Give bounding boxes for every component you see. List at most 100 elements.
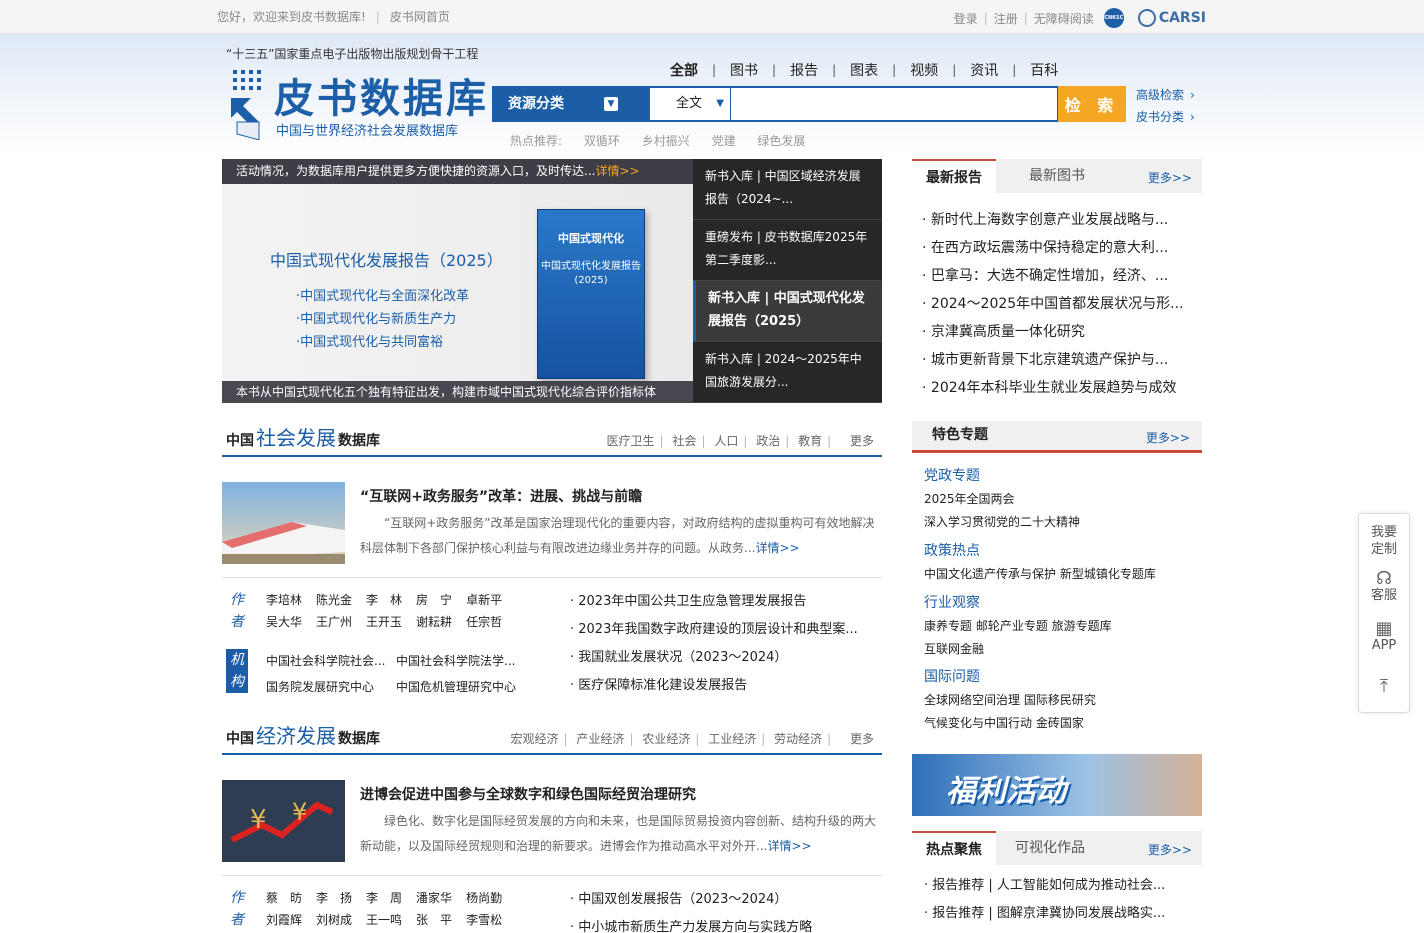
banner-notice[interactable]: 活动情况，为数据库用户提供更多方便快捷的资源入口，及时传达...详情>> bbox=[222, 159, 693, 184]
report-link[interactable]: 中国双创发展报告（2023～2024） bbox=[570, 886, 882, 914]
report-link[interactable]: 中小城市新质生产力发展方向与实践方略 bbox=[570, 914, 882, 933]
latest-item[interactable]: 在西方政坛震荡中保持稳定的意大利... bbox=[922, 234, 1192, 262]
author-link[interactable]: 李 周 bbox=[366, 891, 402, 905]
org-link[interactable]: 中国社会科学院法学... bbox=[396, 648, 526, 674]
tab-wiki[interactable]: 百科 bbox=[1030, 60, 1058, 80]
author-link[interactable]: 李雪松 bbox=[466, 913, 502, 927]
special-line[interactable]: 深入学习贯彻党的二十大精神 bbox=[924, 511, 1080, 534]
special-line[interactable]: 气候变化与中国行动 金砖国家 bbox=[924, 712, 1096, 735]
tab-hot-focus[interactable]: 热点聚焦 bbox=[912, 831, 996, 865]
latest-item[interactable]: 新时代上海数字创意产业发展战略与... bbox=[922, 206, 1192, 234]
special-line[interactable]: 2025年全国两会 bbox=[924, 488, 1080, 511]
tab-latest-reports[interactable]: 最新报告 bbox=[912, 159, 996, 193]
cnksc-logo-icon[interactable]: CNKSC bbox=[1103, 8, 1124, 28]
category-link[interactable]: 教育 bbox=[798, 434, 822, 448]
report-link[interactable]: 2023年我国数字政府建设的顶层设计和典型案... bbox=[570, 616, 882, 644]
hot-item[interactable]: 报告推荐 | 人工智能如何成为推动社会... bbox=[924, 872, 1165, 900]
side-news-item[interactable]: 新书入库 | 中国区域经济发展报告（2024~... bbox=[693, 159, 882, 220]
more-link[interactable]: 更多>> bbox=[1148, 841, 1192, 858]
tab-visual-works[interactable]: 可视化作品 bbox=[1001, 831, 1099, 865]
resource-category-dropdown[interactable]: 资源分类 ▼ bbox=[492, 86, 648, 122]
hot-item[interactable]: 报告推荐 | 图解京津冀协同发展战略实... bbox=[924, 900, 1165, 928]
side-news-item[interactable]: 重磅发布 | 皮书数据库2025年第二季度影... bbox=[693, 220, 882, 281]
feature-title[interactable]: 进博会促进中国参与全球数字和绿色国际经贸治理研究 bbox=[360, 784, 696, 804]
tab-videos[interactable]: 视频 bbox=[910, 60, 938, 80]
back-to-top-button[interactable]: ⤒ bbox=[1359, 678, 1409, 696]
category-link[interactable]: 医疗卫生 bbox=[607, 434, 655, 448]
author-link[interactable]: 王一鸣 bbox=[366, 913, 402, 927]
special-group-head[interactable]: 行业观察 bbox=[924, 592, 1112, 615]
report-link[interactable]: 2023年中国公共卫生应急管理发展报告 bbox=[570, 588, 882, 616]
tab-latest-books[interactable]: 最新图书 bbox=[1015, 159, 1099, 193]
category-link[interactable]: 社会 bbox=[672, 434, 696, 448]
more-link[interactable]: 更多 bbox=[850, 434, 874, 448]
side-news-item[interactable]: 新书入库 | 中国式现代化发展报告（2025） bbox=[693, 281, 882, 342]
special-line[interactable]: 康养专题 邮轮产业专题 旅游专题库 bbox=[924, 615, 1112, 638]
category-link[interactable]: 工业经济 bbox=[708, 732, 756, 746]
advanced-search-link[interactable]: 高级检索 › bbox=[1136, 84, 1195, 106]
section-title[interactable]: 中国 经济发展 数据库 bbox=[226, 720, 380, 749]
tab-reports[interactable]: 报告 bbox=[790, 60, 818, 80]
category-link[interactable]: 劳动经济 bbox=[774, 732, 822, 746]
org-link[interactable]: 中国危机管理研究中心 bbox=[396, 674, 526, 700]
login-link[interactable]: 登录 bbox=[954, 10, 978, 27]
category-link[interactable]: 人口 bbox=[714, 434, 738, 448]
latest-item[interactable]: 巴拿马：大选不确定性增加，经济、... bbox=[922, 262, 1192, 290]
currency-image[interactable]: ¥ ¥ bbox=[222, 780, 345, 862]
author-link[interactable]: 李 扬 bbox=[316, 891, 352, 905]
special-line[interactable]: 互联网金融 bbox=[924, 638, 1112, 661]
hot-keyword[interactable]: 乡村振兴 bbox=[642, 134, 690, 148]
author-link[interactable]: 谢耘耕 bbox=[416, 615, 452, 629]
custom-button[interactable]: 我要定制 bbox=[1359, 524, 1409, 558]
special-topics-title[interactable]: 特色专题 bbox=[932, 421, 988, 450]
category-link[interactable]: 农业经济 bbox=[642, 732, 690, 746]
hot-keyword[interactable]: 绿色发展 bbox=[757, 134, 805, 148]
section-title[interactable]: 中国 社会发展 数据库 bbox=[226, 422, 380, 451]
side-news-item[interactable]: 新书入库 | 2024～2025年中国旅游发展分... bbox=[693, 342, 882, 403]
author-link[interactable]: 任宗哲 bbox=[466, 615, 502, 629]
tab-charts[interactable]: 图表 bbox=[850, 60, 878, 80]
detail-link[interactable]: 详情>> bbox=[755, 541, 799, 555]
latest-item[interactable]: 2024～2025年中国首都发展状况与形... bbox=[922, 290, 1192, 318]
hot-keyword[interactable]: 双循环 bbox=[584, 134, 620, 148]
tab-all[interactable]: 全部 bbox=[670, 60, 698, 80]
more-link[interactable]: 更多>> bbox=[1146, 429, 1190, 446]
special-line[interactable]: 全球网络空间治理 国际移民研究 bbox=[924, 689, 1096, 712]
latest-item[interactable]: 京津冀高质量一体化研究 bbox=[922, 318, 1192, 346]
more-link[interactable]: 更多 bbox=[850, 732, 874, 746]
tab-news[interactable]: 资讯 bbox=[970, 60, 998, 80]
author-link[interactable]: 李培林 bbox=[266, 593, 302, 607]
accessible-link[interactable]: 无障碍阅读 bbox=[1034, 10, 1094, 27]
special-group-head[interactable]: 党政专题 bbox=[924, 465, 1080, 488]
report-link[interactable]: 医疗保障标准化建设发展报告 bbox=[570, 672, 882, 700]
app-button[interactable]: ▦ APP bbox=[1359, 620, 1409, 654]
org-link[interactable]: 中国社会科学院社会... bbox=[266, 648, 396, 674]
author-link[interactable]: 张 平 bbox=[416, 913, 452, 927]
org-link[interactable]: 国务院发展研究中心 bbox=[266, 674, 396, 700]
carsi-logo[interactable]: CARSI bbox=[1137, 9, 1206, 27]
author-link[interactable]: 蔡 昉 bbox=[266, 891, 302, 905]
tab-books[interactable]: 图书 bbox=[730, 60, 758, 80]
search-input[interactable] bbox=[731, 88, 1057, 120]
more-link[interactable]: 更多>> bbox=[1148, 169, 1192, 186]
search-button[interactable]: 检 索 bbox=[1058, 86, 1126, 122]
special-line[interactable]: 中国文化遗产传承与保护 新型城镇化专题库 bbox=[924, 563, 1156, 586]
latest-item[interactable]: 2024年本科毕业生就业发展趋势与成效 bbox=[922, 374, 1192, 402]
category-link[interactable]: 政治 bbox=[756, 434, 780, 448]
author-link[interactable]: 陈光金 bbox=[316, 593, 352, 607]
hot-keyword[interactable]: 党建 bbox=[712, 134, 736, 148]
banner-carousel[interactable]: 活动情况，为数据库用户提供更多方便快捷的资源入口，及时传达...详情>> 中国式… bbox=[222, 159, 693, 403]
train-image[interactable] bbox=[222, 482, 345, 564]
author-link[interactable]: 王广州 bbox=[316, 615, 352, 629]
author-link[interactable]: 潘家华 bbox=[416, 891, 452, 905]
author-link[interactable]: 王开玉 bbox=[366, 615, 402, 629]
category-link[interactable]: 产业经济 bbox=[576, 732, 624, 746]
author-link[interactable]: 吴大华 bbox=[266, 615, 302, 629]
notice-more-link[interactable]: 详情>> bbox=[595, 164, 639, 178]
logo-title[interactable]: 皮书数据库 bbox=[274, 66, 489, 124]
book-classify-link[interactable]: 皮书分类 › bbox=[1136, 106, 1195, 128]
detail-link[interactable]: 详情>> bbox=[767, 839, 811, 853]
latest-item[interactable]: 城市更新背景下北京建筑遗产保护与... bbox=[922, 346, 1192, 374]
author-link[interactable]: 杨尚勤 bbox=[466, 891, 502, 905]
special-group-head[interactable]: 国际问题 bbox=[924, 666, 1096, 689]
